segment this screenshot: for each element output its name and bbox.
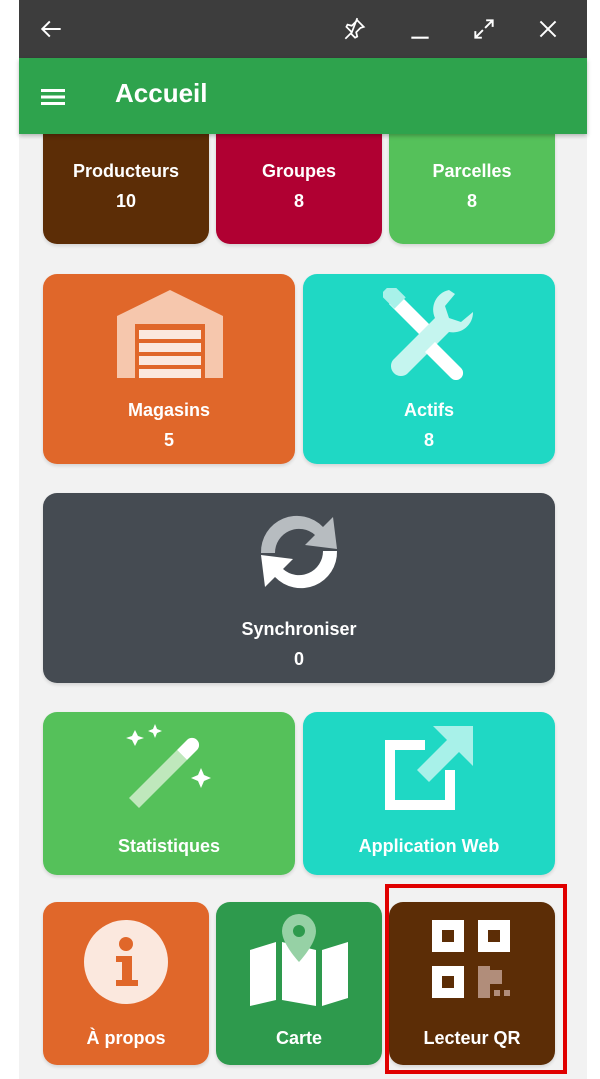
tile-statistiques[interactable]: Statistiques <box>43 712 295 875</box>
arrow-left-icon[interactable] <box>35 12 69 46</box>
tile-parcelles[interactable]: Parcelles 8 <box>389 134 555 244</box>
external-link-icon <box>385 726 473 815</box>
people-icon <box>79 134 169 139</box>
tile-synchroniser[interactable]: Synchroniser 0 <box>43 493 555 683</box>
qr-code-icon <box>432 920 512 1005</box>
expand-icon[interactable] <box>467 12 501 46</box>
warehouse-icon <box>117 290 223 383</box>
tile-label: Synchroniser <box>241 619 357 639</box>
tile-label: Magasins <box>127 400 211 420</box>
tile-label: Carte <box>275 1028 323 1048</box>
sync-icon <box>251 509 347 600</box>
page-title: Accueil <box>115 78 208 108</box>
tile-label: Groupes <box>261 161 336 181</box>
tile-count: 8 <box>293 191 304 211</box>
tile-producteurs[interactable]: Producteurs 10 <box>43 134 209 244</box>
map-icon <box>250 914 348 1011</box>
tile-label: Lecteur QR <box>423 1028 521 1048</box>
tile-magasins[interactable]: Magasins 5 <box>43 274 295 464</box>
app-bar: Accueil <box>19 58 587 134</box>
tile-count: 5 <box>163 430 174 450</box>
tile-a-propos[interactable]: À propos <box>43 902 209 1065</box>
field-icon <box>434 134 510 139</box>
tile-lecteur-qr[interactable]: Lecteur QR <box>389 902 555 1065</box>
hamburger-menu-icon[interactable] <box>39 82 69 112</box>
tile-count: 8 <box>423 430 434 450</box>
close-icon[interactable] <box>531 12 565 46</box>
tile-label: Actifs <box>403 400 454 420</box>
minimize-icon[interactable] <box>403 12 437 46</box>
tile-application-web[interactable]: Application Web <box>303 712 555 875</box>
group-icon <box>248 134 352 141</box>
info-icon <box>84 920 168 1009</box>
tile-actifs[interactable]: Actifs 8 <box>303 274 555 464</box>
window-bar <box>19 0 587 58</box>
tile-label: Application Web <box>358 836 500 856</box>
magic-wand-icon <box>125 724 217 813</box>
dashboard-grid: Producteurs 10 Groupes 8 Parcelles 8 Mag <box>19 134 587 1079</box>
tile-count: 8 <box>466 191 477 211</box>
pin-icon[interactable] <box>337 12 371 46</box>
tools-icon <box>380 283 474 385</box>
tile-label: Statistiques <box>117 836 221 856</box>
tile-label: Producteurs <box>72 161 180 181</box>
tile-label: Parcelles <box>432 161 512 181</box>
tile-carte[interactable]: Carte <box>216 902 382 1065</box>
tile-count: 10 <box>115 191 137 211</box>
tile-label: À propos <box>86 1028 166 1048</box>
tile-count: 0 <box>293 649 304 669</box>
tile-groupes[interactable]: Groupes 8 <box>216 134 382 244</box>
